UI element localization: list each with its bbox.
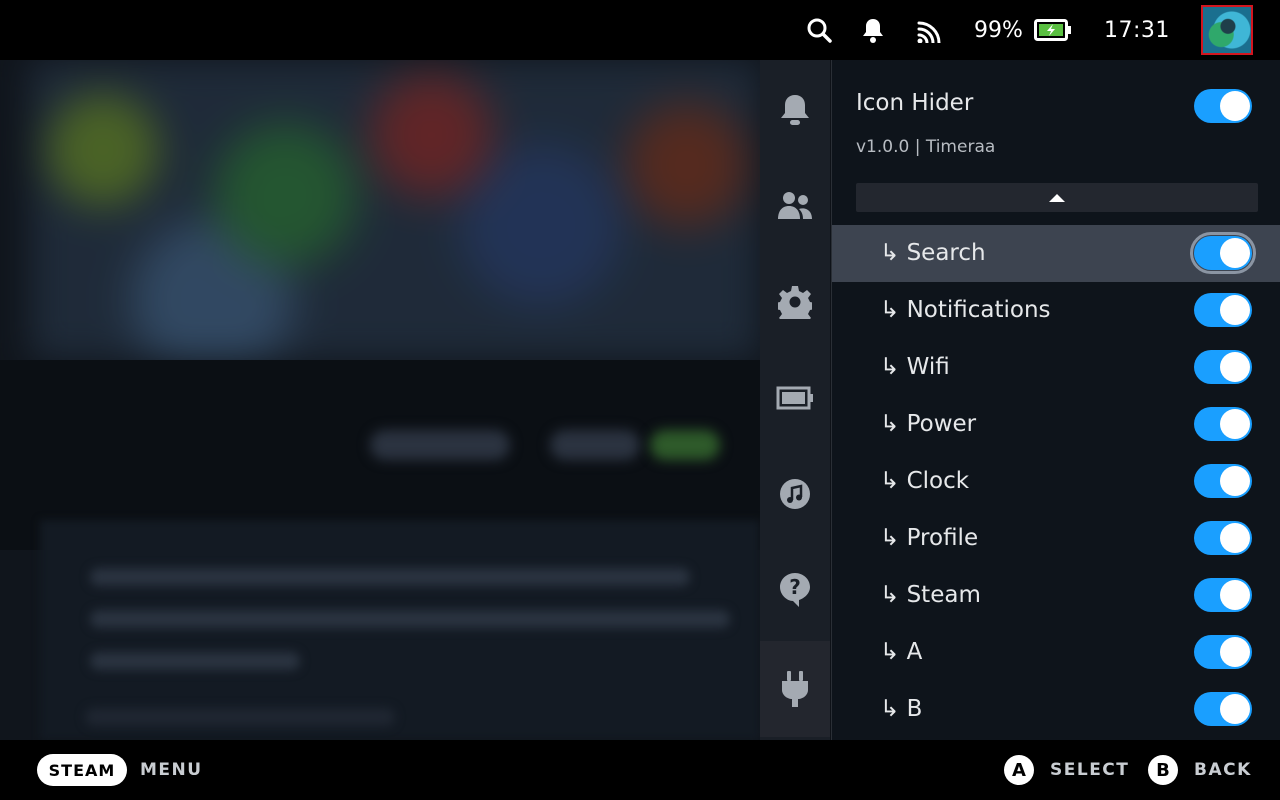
toggle-row-wifi[interactable]: ↳ Wifi [832,339,1280,396]
toggle-row-b[interactable]: ↳ B [832,681,1280,738]
caret-up-icon [1049,193,1065,202]
toggle-label: ↳ Clock [880,468,970,494]
plug-icon [782,671,808,707]
rail-tab-performance[interactable] [760,350,830,446]
a-toggle[interactable] [1194,635,1252,669]
toggle-label: ↳ B [880,696,923,722]
toggle-row-steam[interactable]: ↳ Steam [832,567,1280,624]
toggle-label: ↳ Steam [880,582,981,608]
steam-button[interactable]: STEAM [37,754,127,786]
rail-tab-settings[interactable] [760,254,830,350]
toggle-label: ↳ Search [880,240,986,266]
plugin-meta: v1.0.0 | Timeraa [856,137,996,157]
b-toggle[interactable] [1194,692,1252,726]
rail-tab-music[interactable] [760,446,830,542]
toggle-label: ↳ A [880,639,923,665]
background-text-line [90,610,730,628]
rail-tab-friends[interactable] [760,158,830,254]
back-label: BACK [1194,760,1252,780]
background-pill [650,430,720,460]
background-text-line [85,708,395,726]
battery-percent: 99% [974,17,1023,43]
plugin-enable-toggle[interactable] [1194,89,1252,123]
background-text-line [90,652,300,670]
profile-toggle[interactable] [1194,521,1252,555]
background-pill [550,430,640,460]
select-label: SELECT [1050,760,1130,780]
plugin-panel: Icon Hider v1.0.0 | Timeraa ↳ Search ↳ N… [831,60,1280,740]
rail-tab-plugins[interactable] [760,641,830,737]
bell-icon [781,95,809,125]
status-bar: 99% 17:31 [0,0,1280,60]
background-pill [370,430,510,460]
battery-charging-icon[interactable] [1034,0,1074,60]
toggle-label: ↳ Power [880,411,977,437]
toggle-row-a[interactable]: ↳ A [832,624,1280,681]
power-toggle[interactable] [1194,407,1252,441]
collapse-button[interactable] [856,183,1258,212]
rail-tab-help[interactable]: ? [760,542,830,638]
background-game-page [0,60,760,740]
music-icon [780,479,810,509]
bell-icon[interactable] [861,0,885,60]
clock-toggle[interactable] [1194,464,1252,498]
menu-label: MENU [140,760,203,780]
notifications-toggle[interactable] [1194,293,1252,327]
rail-tab-notifications[interactable] [760,62,830,158]
friends-icon [778,192,812,219]
gear-icon [778,286,812,319]
quick-access-rail: ? [760,60,830,740]
toggle-row-search[interactable]: ↳ Search [832,225,1280,282]
toggle-label: ↳ Notifications [880,297,1051,323]
help-icon: ? [780,573,810,607]
clock: 17:31 [1104,17,1170,43]
b-button-icon[interactable]: B [1148,755,1178,785]
toggle-row-notifications[interactable]: ↳ Notifications [832,282,1280,339]
toggle-label: ↳ Profile [880,525,979,551]
toggle-row-power[interactable]: ↳ Power [832,396,1280,453]
search-icon[interactable] [806,0,834,60]
search-toggle[interactable] [1190,232,1256,274]
toggle-label: ↳ Wifi [880,354,950,380]
background-text-line [90,568,690,586]
background-panel [40,520,760,740]
plugin-title: Icon Hider [856,90,974,116]
battery-icon [776,386,813,410]
wifi-icon[interactable] [916,0,944,60]
background-hero-image [30,60,760,360]
toggle-row-profile[interactable]: ↳ Profile [832,510,1280,567]
avatar[interactable] [1201,5,1253,55]
toggle-row-clock[interactable]: ↳ Clock [832,453,1280,510]
steam-toggle[interactable] [1194,578,1252,612]
a-button-icon[interactable]: A [1004,755,1034,785]
footer-hint-bar: STEAM MENU A SELECT B BACK [0,740,1280,800]
svg-text:?: ? [789,575,801,599]
wifi-toggle[interactable] [1194,350,1252,384]
